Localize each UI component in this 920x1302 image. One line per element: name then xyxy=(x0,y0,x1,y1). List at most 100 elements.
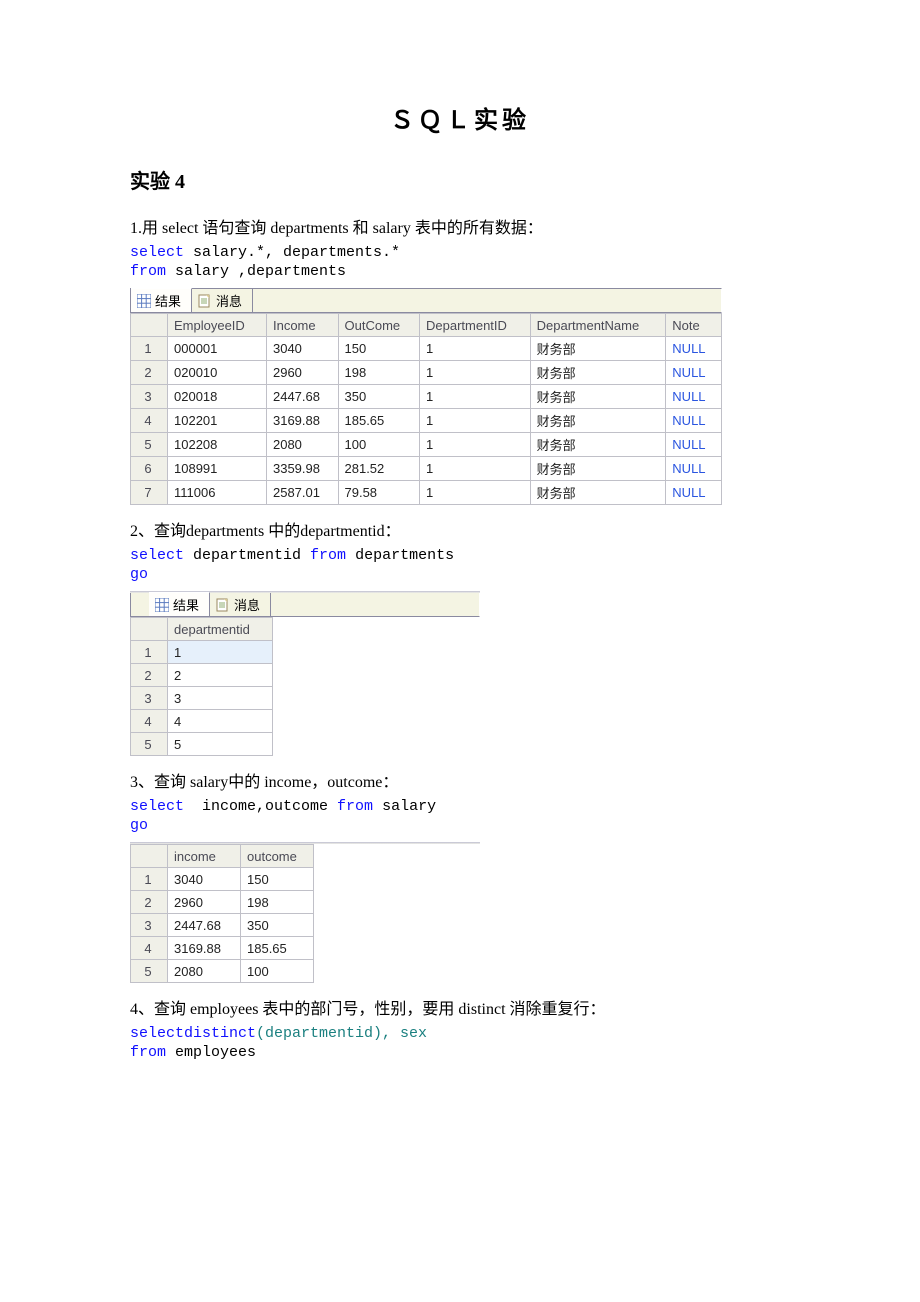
cell[interactable]: 3040 xyxy=(168,868,241,891)
rownum-cell[interactable]: 7 xyxy=(131,481,168,505)
col-header[interactable]: income xyxy=(168,845,241,868)
cell[interactable]: 281.52 xyxy=(338,457,419,481)
rownum-cell[interactable]: 3 xyxy=(131,687,168,710)
rownum-cell[interactable]: 5 xyxy=(131,733,168,756)
cell[interactable]: 财务部 xyxy=(530,433,666,457)
rownum-cell[interactable]: 5 xyxy=(131,433,168,457)
cell[interactable]: 198 xyxy=(241,891,314,914)
cell[interactable]: 102201 xyxy=(168,409,267,433)
cell[interactable]: NULL xyxy=(666,337,722,361)
cell[interactable]: 财务部 xyxy=(530,457,666,481)
col-header[interactable]: outcome xyxy=(241,845,314,868)
rownum-cell[interactable]: 3 xyxy=(131,385,168,409)
cell[interactable]: 3040 xyxy=(266,337,338,361)
rownum-header xyxy=(131,845,168,868)
document-icon xyxy=(198,294,212,308)
cell[interactable]: 财务部 xyxy=(530,409,666,433)
rownum-cell[interactable]: 4 xyxy=(131,710,168,733)
tab-messages[interactable]: 消息 xyxy=(192,289,253,312)
cell[interactable]: 1 xyxy=(419,409,530,433)
cell[interactable]: 000001 xyxy=(168,337,267,361)
cell[interactable]: 5 xyxy=(168,733,273,756)
table-row: 100000130401501财务部NULL xyxy=(131,337,722,361)
cell[interactable]: 150 xyxy=(338,337,419,361)
cell[interactable]: 2 xyxy=(168,664,273,687)
cell[interactable]: 2587.01 xyxy=(266,481,338,505)
cell[interactable]: NULL xyxy=(666,385,722,409)
cell[interactable]: 财务部 xyxy=(530,385,666,409)
cell[interactable]: 79.58 xyxy=(338,481,419,505)
cell[interactable]: 财务部 xyxy=(530,481,666,505)
q2-grid[interactable]: departmentid 1122334455 xyxy=(130,617,273,756)
cell[interactable]: 3169.88 xyxy=(168,937,241,960)
cell[interactable]: 2960 xyxy=(266,361,338,385)
keyword-from: from xyxy=(130,263,166,280)
rownum-cell[interactable]: 6 xyxy=(131,457,168,481)
table-row: 22 xyxy=(131,664,273,687)
page-title: ＳＱＬ实验 xyxy=(130,100,790,135)
cell[interactable]: 1 xyxy=(419,457,530,481)
rownum-cell[interactable]: 1 xyxy=(131,337,168,361)
q3-grid[interactable]: income outcome 13040150 22960198 32447.683… xyxy=(130,844,314,983)
rownum-cell[interactable]: 4 xyxy=(131,409,168,433)
cell[interactable]: 3359.98 xyxy=(266,457,338,481)
keyword-select-distinct: selectdistinct xyxy=(130,1025,256,1042)
col-header[interactable]: Income xyxy=(266,314,338,337)
cell[interactable]: NULL xyxy=(666,361,722,385)
col-header[interactable]: DepartmentName xyxy=(530,314,666,337)
col-header[interactable]: DepartmentID xyxy=(419,314,530,337)
cell[interactable]: 2447.68 xyxy=(266,385,338,409)
cell[interactable]: NULL xyxy=(666,409,722,433)
cell[interactable]: 350 xyxy=(241,914,314,937)
tab-results-label: 结果 xyxy=(155,291,181,310)
cell[interactable]: 111006 xyxy=(168,481,267,505)
col-header[interactable]: departmentid xyxy=(168,618,273,641)
cell[interactable]: 350 xyxy=(338,385,419,409)
cell[interactable]: NULL xyxy=(666,481,722,505)
rownum-cell[interactable]: 2 xyxy=(131,664,168,687)
cell[interactable]: 1 xyxy=(419,385,530,409)
cell[interactable]: 3169.88 xyxy=(266,409,338,433)
cell[interactable]: 2960 xyxy=(168,891,241,914)
cell[interactable]: 100 xyxy=(338,433,419,457)
rownum-cell[interactable]: 3 xyxy=(131,914,168,937)
rownum-cell[interactable]: 4 xyxy=(131,937,168,960)
cell[interactable]: 020018 xyxy=(168,385,267,409)
rownum-cell[interactable]: 2 xyxy=(131,891,168,914)
cell[interactable]: 2447.68 xyxy=(168,914,241,937)
tab-messages[interactable]: 消息 xyxy=(210,593,271,616)
col-header[interactable]: EmployeeID xyxy=(168,314,267,337)
col-header[interactable]: OutCome xyxy=(338,314,419,337)
cell[interactable]: 198 xyxy=(338,361,419,385)
cell[interactable]: 1 xyxy=(419,361,530,385)
cell[interactable]: 108991 xyxy=(168,457,267,481)
cell[interactable]: 1 xyxy=(419,433,530,457)
cell[interactable]: 财务部 xyxy=(530,337,666,361)
rownum-cell[interactable]: 2 xyxy=(131,361,168,385)
rownum-cell[interactable]: 1 xyxy=(131,641,168,664)
rownum-header xyxy=(131,618,168,641)
cell[interactable]: 185.65 xyxy=(338,409,419,433)
cell[interactable]: 3 xyxy=(168,687,273,710)
cell[interactable]: 1 xyxy=(419,337,530,361)
cell[interactable]: 185.65 xyxy=(241,937,314,960)
cell[interactable]: 102208 xyxy=(168,433,267,457)
q1-grid[interactable]: EmployeeID Income OutCome DepartmentID D… xyxy=(130,313,722,505)
cell[interactable]: 2080 xyxy=(266,433,338,457)
cell[interactable]: 020010 xyxy=(168,361,267,385)
col-header[interactable]: Note xyxy=(666,314,722,337)
tab-results[interactable]: 结果 xyxy=(149,592,210,616)
cell[interactable]: 财务部 xyxy=(530,361,666,385)
tab-results[interactable]: 结果 xyxy=(131,288,192,312)
cell[interactable]: 1 xyxy=(168,641,273,664)
cell[interactable]: NULL xyxy=(666,433,722,457)
cell[interactable]: 1 xyxy=(419,481,530,505)
cell[interactable]: 4 xyxy=(168,710,273,733)
cell[interactable]: NULL xyxy=(666,457,722,481)
keyword-select: select xyxy=(130,798,184,815)
cell[interactable]: 100 xyxy=(241,960,314,983)
cell[interactable]: 150 xyxy=(241,868,314,891)
cell[interactable]: 2080 xyxy=(168,960,241,983)
rownum-cell[interactable]: 5 xyxy=(131,960,168,983)
rownum-cell[interactable]: 1 xyxy=(131,868,168,891)
